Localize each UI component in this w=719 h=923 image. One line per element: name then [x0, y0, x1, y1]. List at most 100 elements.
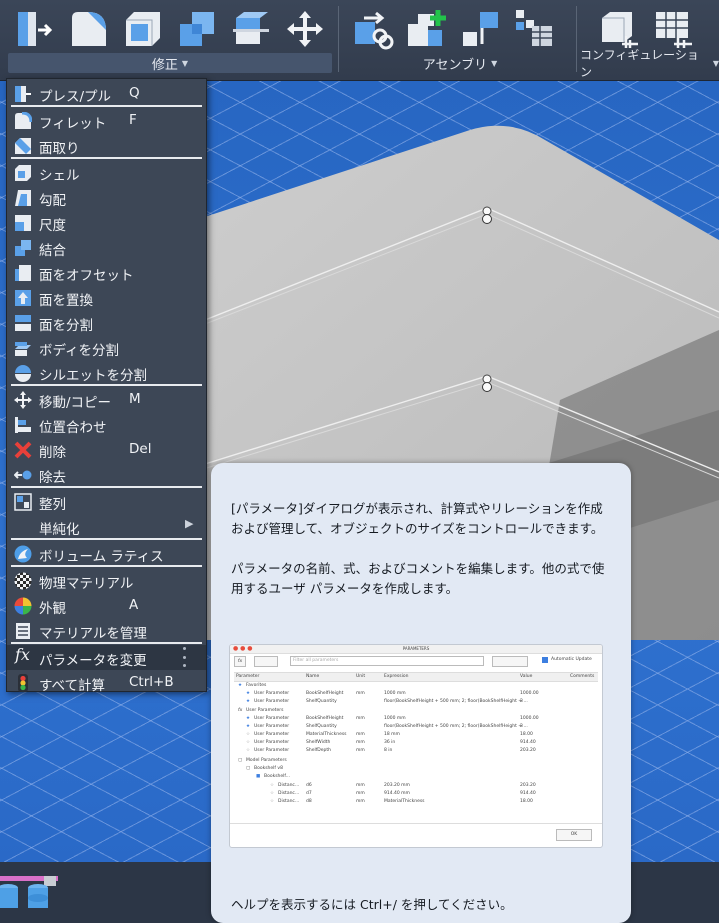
menu-item-split-face[interactable]: 面を分割 [7, 310, 206, 335]
press-pull-icon[interactable] [12, 6, 58, 52]
menu-item-change-parameters[interactable]: fx パラメータを変更 [7, 645, 206, 670]
menu-item-label: フィレット [39, 116, 107, 132]
menu-item-shortcut: M [129, 391, 141, 407]
preview-row: ☆ Distanc... d8 mm MaterialThickness 18.00 [270, 799, 533, 804]
menu-separator [11, 384, 202, 386]
menu-item-split-body[interactable]: ボディを分割 [7, 335, 206, 360]
menu-item-shortcut: F [129, 112, 137, 128]
preview-col: Unit [356, 674, 366, 679]
shell-icon[interactable] [120, 6, 166, 52]
preview-divider [230, 823, 602, 824]
body-icon: ■ [256, 774, 261, 779]
ribbon-group-configure[interactable]: コンフィギュレーション ▼ [580, 48, 719, 79]
menu-item-compute-all[interactable]: すべて計算 Ctrl+B [7, 670, 206, 695]
preview-row: ★ User Parameter ShelfQuantity floor(BookSh… [246, 724, 528, 729]
preview-col: Parameter [236, 674, 260, 679]
combine-icon[interactable] [174, 6, 220, 52]
window-controls-icon: ● ● ● [233, 645, 253, 652]
menu-item-label: シルエットを分割 [39, 368, 147, 384]
menu-item-replace-face[interactable]: 面を置換 [7, 285, 206, 310]
menu-item-simplify[interactable]: 単純化 ▶ [7, 514, 206, 539]
menu-item-label: 位置合わせ [39, 420, 107, 436]
menu-item-volumetric-lattice[interactable]: ボリューム ラティス [7, 541, 206, 566]
menu-item-chamfer[interactable]: 面取り [7, 133, 206, 158]
new-component-icon[interactable] [404, 6, 450, 52]
star-outline-icon: ☆ [270, 791, 275, 796]
menu-item-label: パラメータを変更 [39, 653, 147, 669]
preview-section-user: fx User Parameters [234, 707, 598, 715]
menu-item-label: 勾配 [39, 193, 66, 209]
preview-section-model: ▢ Model Parameters [234, 757, 598, 765]
cube-icon: ▢ [238, 758, 243, 763]
manage-materials-icon [16, 623, 30, 639]
menu-item-delete[interactable]: 削除 Del [7, 437, 206, 462]
menu-item-offset-face[interactable]: 面をオフセット [7, 260, 206, 285]
ribbon-group-label: 修正 [151, 57, 178, 73]
tooltip-detail: パラメータの名前、式、およびコメントを編集します。他の式で使用するユーザ パラメ… [231, 561, 605, 596]
preview-col: Comments [570, 674, 595, 679]
menu-item-shortcut: Ctrl+B [129, 674, 174, 690]
preview-row: ☆ User Parameter MaterialThickness mm 18 mm 1… [246, 732, 533, 737]
menu-item-fillet[interactable]: フィレット F [7, 108, 206, 133]
star-outline-icon: ☆ [246, 732, 251, 737]
menu-item-label: 面を置換 [39, 293, 93, 309]
menu-item-shell[interactable]: シェル [7, 160, 206, 185]
caret-down-icon: ▼ [491, 58, 498, 68]
menu-item-manage-materials[interactable]: マテリアルを管理 [7, 618, 206, 643]
volumetric-lattice-icon [14, 545, 32, 563]
menu-item-draft[interactable]: 勾配 [7, 185, 206, 210]
menu-item-move-copy[interactable]: 移動/コピー M [7, 387, 206, 412]
align-icon [15, 417, 31, 433]
bom-table-icon[interactable] [512, 6, 558, 52]
menu-item-label: 面取り [39, 141, 80, 157]
ribbon-group-modify[interactable]: 修正 ▼ [8, 53, 332, 73]
star-outline-icon: ☆ [246, 740, 251, 745]
move-icon[interactable] [282, 6, 328, 52]
joint-icon[interactable] [458, 6, 504, 52]
menu-item-label: ボディを分割 [39, 343, 120, 359]
menu-item-align[interactable]: 位置合わせ [7, 412, 206, 437]
preview-row: ★ User Parameter BookShelfHeight mm 1000 mm 1… [246, 691, 539, 696]
star-outline-icon: ☆ [270, 783, 275, 788]
menu-item-arrange[interactable]: 整列 [7, 489, 206, 514]
menu-item-combine[interactable]: 結合 [7, 235, 206, 260]
preview-search-box: Filter all parameters [290, 656, 484, 666]
preview-row: ☆ User Parameter ShelfWidth mm 36 in 914.40 [246, 740, 536, 745]
menu-item-appearance[interactable]: 外観 A [7, 593, 206, 618]
scale-icon [15, 215, 31, 231]
submenu-arrow-icon: ▶ [185, 517, 194, 530]
fillet-icon[interactable] [66, 6, 112, 52]
menu-separator [11, 565, 202, 567]
star-outline-icon: ☆ [246, 748, 251, 753]
fx-icon: fx [234, 656, 246, 667]
menu-item-scale[interactable]: 尺度 [7, 210, 206, 235]
more-options-icon[interactable] [183, 647, 187, 667]
menu-separator [11, 642, 202, 644]
preview-col: Name [306, 674, 320, 679]
split-face-icon[interactable] [228, 6, 274, 52]
ribbon-group-label: アセンブリ [422, 57, 488, 73]
preview-toolbar: fx Filter all parameters Automatic Updat… [234, 656, 598, 667]
ribbon-separator [338, 6, 339, 72]
menu-item-shortcut: Q [129, 85, 140, 101]
press-pull-icon [15, 86, 31, 102]
shell-icon [15, 165, 31, 181]
preview-section-favorites: ★ Favorites [234, 682, 598, 690]
command-tooltip: [パラメータ]ダイアログが表示され、計算式やリレーションを作成および管理して、オ… [211, 463, 631, 923]
menu-item-silhouette-split[interactable]: シルエットを分割 [7, 360, 206, 385]
new-component-link-icon[interactable] [350, 6, 396, 52]
menu-item-label: 単純化 [39, 522, 80, 538]
move-icon [14, 391, 32, 409]
checkbox-icon [542, 657, 548, 663]
preview-table-header: Parameter Name Unit Expression Value Com… [234, 672, 598, 682]
menu-item-remove[interactable]: 除去 [7, 462, 206, 487]
filter-icon [254, 656, 278, 667]
menu-separator [11, 157, 202, 159]
menu-item-press-pull[interactable]: プレス/プル Q [7, 81, 206, 106]
preview-row: ☆ Distanc... d6 mm 203.20 mm 203.20 [270, 783, 536, 788]
preview-row: ★ User Parameter BookShelfHeight mm 1000 mm 1… [246, 716, 539, 721]
ribbon-group-assemble[interactable]: アセンブリ ▼ [360, 53, 560, 73]
menu-item-shortcut: Del [129, 441, 152, 457]
menu-item-shortcut: A [129, 597, 139, 613]
menu-item-physical-material[interactable]: 物理マテリアル [7, 568, 206, 593]
